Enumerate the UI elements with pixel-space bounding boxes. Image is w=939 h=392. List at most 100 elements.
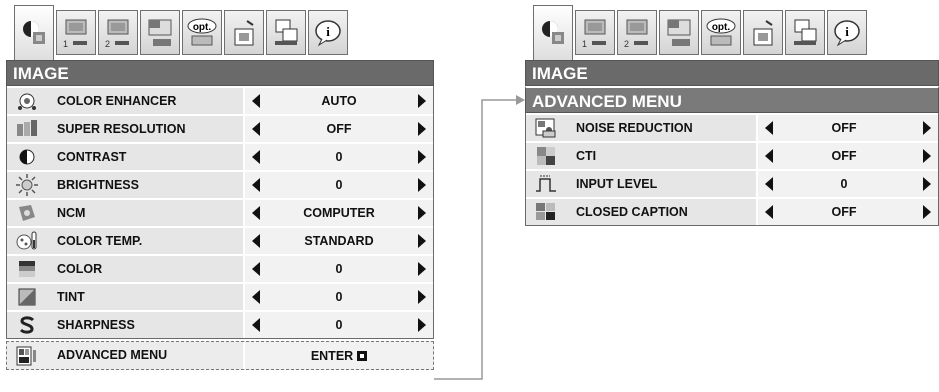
decrease-arrow[interactable] xyxy=(245,262,267,276)
image-settings-list: COLOR ENHANCER AUTO SUPER RESOLUTION OFF… xyxy=(6,86,434,339)
decrease-arrow[interactable] xyxy=(758,149,780,163)
input-level-icon xyxy=(536,175,556,192)
menu-row-label: TINT xyxy=(57,290,85,304)
tab-info[interactable]: i xyxy=(827,10,867,55)
decrease-arrow[interactable] xyxy=(245,150,267,164)
menu-row-color-enhancer[interactable]: COLOR ENHANCER AUTO xyxy=(7,86,433,114)
pc-adjust-1-icon: 1 xyxy=(582,19,606,49)
tab-image[interactable] xyxy=(533,5,573,60)
decrease-arrow[interactable] xyxy=(245,206,267,220)
pc-adjust-2-icon: 2 xyxy=(105,19,129,49)
decrease-arrow[interactable] xyxy=(758,121,780,135)
increase-arrow[interactable] xyxy=(411,234,433,248)
menu-row-label: NOISE REDUCTION xyxy=(576,121,693,135)
submenu-title: ADVANCED MENU xyxy=(525,86,939,113)
menu-row-input-level[interactable]: INPUT LEVEL 0 xyxy=(526,169,938,197)
closed-caption-icon xyxy=(536,203,555,220)
menu-row-color-temp[interactable]: COLOR TEMP. STANDARD xyxy=(7,226,433,254)
menu-row-value: OFF xyxy=(831,149,857,163)
noise-reduction-icon xyxy=(535,118,556,138)
submenu-connector-arrow xyxy=(434,95,525,380)
tab-setup[interactable] xyxy=(224,10,264,55)
menu-row-advanced-menu[interactable]: ADVANCED MENU ENTER xyxy=(6,341,434,370)
tab-network[interactable] xyxy=(266,10,306,55)
menu-row-super-resolution[interactable]: SUPER RESOLUTION OFF xyxy=(7,114,433,142)
decrease-arrow[interactable] xyxy=(245,94,267,108)
tab-screen[interactable] xyxy=(659,10,699,55)
menu-row-value: OFF xyxy=(831,205,857,219)
menu-row-value: 0 xyxy=(335,290,343,304)
menu-tab-bar: 1 2 opt. i xyxy=(6,4,434,60)
menu-row-value: OFF xyxy=(326,122,352,136)
tab-info[interactable]: i xyxy=(308,10,348,55)
menu-row-ncm[interactable]: NCM COMPUTER xyxy=(7,198,433,226)
menu-row-value: 0 xyxy=(335,150,343,164)
increase-arrow[interactable] xyxy=(411,318,433,332)
tab-pc-adjust-2[interactable]: 2 xyxy=(98,10,138,55)
menu-row-value: COMPUTER xyxy=(303,206,375,220)
increase-arrow[interactable] xyxy=(411,150,433,164)
decrease-arrow[interactable] xyxy=(245,290,267,304)
svg-text:i: i xyxy=(845,24,849,39)
menu-row-sharpness[interactable]: SHARPNESS 0 xyxy=(7,310,433,338)
increase-arrow[interactable] xyxy=(411,206,433,220)
increase-arrow[interactable] xyxy=(916,121,938,135)
advanced-menu-panel: 1 2 opt. i IMAGE ADVANCED MENU NOISE RED… xyxy=(525,4,939,226)
tab-pc-adjust-2[interactable]: 2 xyxy=(617,10,657,55)
svg-text:opt.: opt. xyxy=(712,22,731,33)
increase-arrow[interactable] xyxy=(411,178,433,192)
tab-screen[interactable] xyxy=(140,10,180,55)
increase-arrow[interactable] xyxy=(411,122,433,136)
contrast-icon xyxy=(19,149,35,165)
option-icon: opt. xyxy=(706,18,736,45)
decrease-arrow[interactable] xyxy=(245,122,267,136)
increase-arrow[interactable] xyxy=(411,94,433,108)
color-icon xyxy=(19,261,35,277)
increase-arrow[interactable] xyxy=(916,177,938,191)
menu-row-label: BRIGHTNESS xyxy=(57,178,139,192)
color-enhancer-icon xyxy=(18,93,36,110)
menu-row-label: ADVANCED MENU xyxy=(57,348,168,362)
menu-row-contrast[interactable]: CONTRAST 0 xyxy=(7,142,433,170)
menu-row-tint[interactable]: TINT 0 xyxy=(7,282,433,310)
tab-option[interactable]: opt. xyxy=(182,10,222,55)
decrease-arrow[interactable] xyxy=(245,318,267,332)
decrease-arrow[interactable] xyxy=(758,205,780,219)
menu-row-closed-caption[interactable]: CLOSED CAPTION OFF xyxy=(526,197,938,225)
increase-arrow[interactable] xyxy=(916,205,938,219)
decrease-arrow[interactable] xyxy=(245,234,267,248)
decrease-arrow[interactable] xyxy=(245,178,267,192)
image-tab-icon xyxy=(23,21,45,44)
menu-row-label: COLOR xyxy=(57,262,103,276)
tint-icon xyxy=(18,288,36,306)
tab-option[interactable]: opt. xyxy=(701,10,741,55)
menu-row-color[interactable]: COLOR 0 xyxy=(7,254,433,282)
pc-adjust-2-icon: 2 xyxy=(624,19,648,49)
increase-arrow[interactable] xyxy=(411,262,433,276)
page-title: IMAGE xyxy=(525,60,939,86)
advanced-settings-list: NOISE REDUCTION OFF CTI OFF INPUT LEVEL … xyxy=(525,113,939,226)
tab-network[interactable] xyxy=(785,10,825,55)
menu-row-value: STANDARD xyxy=(304,234,374,248)
svg-text:2: 2 xyxy=(624,39,629,49)
tab-pc-adjust-1[interactable]: 1 xyxy=(56,10,96,55)
ncm-icon xyxy=(19,205,35,221)
tab-pc-adjust-1[interactable]: 1 xyxy=(575,10,615,55)
page-title: IMAGE xyxy=(6,60,434,86)
option-icon: opt. xyxy=(187,18,217,45)
color-temp-icon xyxy=(16,231,37,250)
info-icon: i xyxy=(834,19,860,46)
menu-row-label: CTI xyxy=(576,149,597,163)
increase-arrow[interactable] xyxy=(411,290,433,304)
menu-row-noise-reduction[interactable]: NOISE REDUCTION OFF xyxy=(526,113,938,141)
decrease-arrow[interactable] xyxy=(758,177,780,191)
network-icon xyxy=(275,19,298,45)
tab-setup[interactable] xyxy=(743,10,783,55)
menu-row-label: INPUT LEVEL xyxy=(576,177,658,191)
menu-row-value: OFF xyxy=(831,121,857,135)
menu-row-cti[interactable]: CTI OFF xyxy=(526,141,938,169)
menu-row-value: 0 xyxy=(840,177,848,191)
increase-arrow[interactable] xyxy=(916,149,938,163)
menu-row-brightness[interactable]: BRIGHTNESS 0 xyxy=(7,170,433,198)
tab-image[interactable] xyxy=(14,5,54,60)
